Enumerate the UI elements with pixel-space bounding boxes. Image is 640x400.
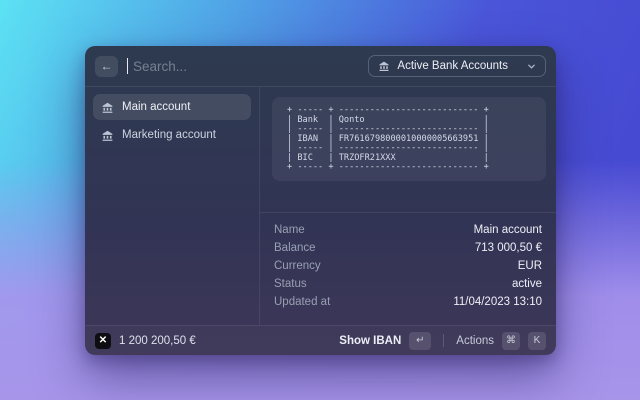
field-label: Status bbox=[274, 278, 307, 290]
iban-ascii-table: + ----- + --------------------------- + … bbox=[272, 97, 546, 181]
status-bar: ✕ 1 200 200,50 € Show IBAN ↵ Actions ⌘ K bbox=[85, 325, 556, 355]
main-content: Main account Marketing account + ----- +… bbox=[85, 87, 556, 325]
list-item-main-account[interactable]: Main account bbox=[93, 94, 251, 120]
field-value: active bbox=[512, 278, 542, 290]
chevron-down-icon bbox=[527, 62, 536, 71]
metadata-row-balance: Balance 713 000,50 € bbox=[260, 239, 556, 257]
text-caret bbox=[127, 58, 128, 74]
qonto-logo-icon: ✕ bbox=[95, 333, 111, 349]
return-key-icon[interactable]: ↵ bbox=[409, 332, 431, 350]
accounts-list: Main account Marketing account bbox=[85, 87, 259, 325]
footer-divider bbox=[443, 334, 444, 347]
list-item-marketing-account[interactable]: Marketing account bbox=[93, 122, 251, 148]
actions-button[interactable]: Actions bbox=[456, 335, 494, 347]
command-palette-window: ← Search... Active Bank Accounts bbox=[85, 46, 556, 355]
cmd-key-icon[interactable]: ⌘ bbox=[502, 332, 520, 350]
search-input[interactable]: Search... bbox=[133, 59, 359, 74]
account-label: Main account bbox=[122, 101, 190, 113]
field-value: 713 000,50 € bbox=[475, 242, 542, 254]
bank-icon bbox=[101, 101, 114, 114]
back-arrow-icon: ← bbox=[101, 59, 113, 73]
back-button[interactable]: ← bbox=[95, 56, 118, 77]
field-label: Currency bbox=[274, 260, 321, 272]
metadata-row-currency: Currency EUR bbox=[260, 257, 556, 275]
dropdown-label: Active Bank Accounts bbox=[397, 60, 508, 72]
account-label: Marketing account bbox=[122, 129, 216, 141]
top-bar: ← Search... Active Bank Accounts bbox=[85, 46, 556, 87]
show-iban-button[interactable]: Show IBAN bbox=[339, 335, 401, 347]
field-value: Main account bbox=[474, 224, 542, 236]
metadata-row-updated-at: Updated at 11/04/2023 13:10 bbox=[260, 293, 556, 311]
total-balance: 1 200 200,50 € bbox=[119, 335, 196, 347]
field-label: Balance bbox=[274, 242, 316, 254]
bank-icon bbox=[378, 60, 390, 72]
metadata-row-name: Name Main account bbox=[260, 221, 556, 239]
metadata-list: Name Main account Balance 713 000,50 € C… bbox=[260, 213, 556, 325]
spacer bbox=[260, 181, 556, 212]
x-glyph: ✕ bbox=[99, 335, 107, 346]
detail-panel: + ----- + --------------------------- + … bbox=[260, 87, 556, 325]
bank-icon bbox=[101, 129, 114, 142]
k-key-icon[interactable]: K bbox=[528, 332, 546, 350]
command-dropdown[interactable]: Active Bank Accounts bbox=[368, 55, 546, 77]
metadata-row-status: Status active bbox=[260, 275, 556, 293]
field-label: Updated at bbox=[274, 296, 330, 308]
field-value: EUR bbox=[518, 260, 542, 272]
field-label: Name bbox=[274, 224, 305, 236]
field-value: 11/04/2023 13:10 bbox=[453, 296, 542, 308]
